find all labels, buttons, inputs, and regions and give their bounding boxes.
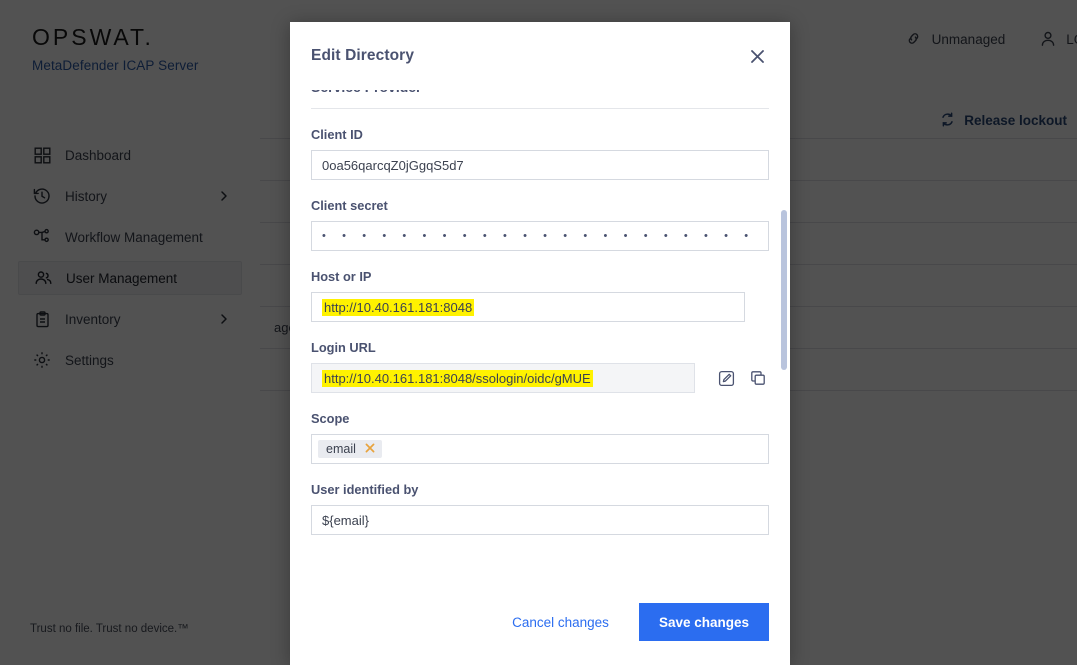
client-id-value: 0oa56qarcqZ0jGgqS5d7 xyxy=(322,157,464,173)
modal-footer: Cancel changes Save changes xyxy=(290,579,790,665)
scope-chip-label: email xyxy=(326,442,356,456)
client-id-label: Client ID xyxy=(311,127,363,142)
section-divider xyxy=(311,108,769,109)
login-url-actions xyxy=(705,367,769,389)
host-or-ip-label: Host or IP xyxy=(311,269,372,284)
copy-icon[interactable] xyxy=(747,367,769,389)
field-scope: Scope email xyxy=(311,411,769,464)
edit-icon[interactable] xyxy=(715,367,737,389)
user-identified-by-value: ${email} xyxy=(322,512,369,528)
modal-scrollbar-thumb[interactable] xyxy=(781,210,787,370)
field-client-id: Client ID 0oa56qarcqZ0jGgqS5d7 xyxy=(311,127,769,180)
field-login-url: Login URL http://10.40.161.181:8048/ssol… xyxy=(311,340,769,393)
scope-chip-remove-icon[interactable] xyxy=(365,443,375,455)
login-url-label: Login URL xyxy=(311,340,376,355)
scope-chip: email xyxy=(318,440,382,458)
scope-label: Scope xyxy=(311,411,350,426)
modal-body: Service Provider Client ID 0oa56qarcqZ0j… xyxy=(290,90,790,579)
app-root: OPSWAT. MetaDefender ICAP Server Dashboa… xyxy=(0,0,1077,665)
field-user-identified-by: User identified by ${email} xyxy=(311,482,769,535)
client-secret-value: • • • • • • • • • • • • • • • • • • • • … xyxy=(322,230,758,242)
field-host-or-ip: Host or IP http://10.40.161.181:8048 xyxy=(311,269,769,322)
user-identified-by-input[interactable]: ${email} xyxy=(311,505,769,535)
close-icon[interactable] xyxy=(744,43,770,69)
field-client-secret: Client secret • • • • • • • • • • • • • … xyxy=(311,198,769,251)
user-identified-by-label: User identified by xyxy=(311,482,419,497)
modal-title: Edit Directory xyxy=(311,47,415,64)
cancel-changes-button[interactable]: Cancel changes xyxy=(512,615,609,630)
host-or-ip-input[interactable]: http://10.40.161.181:8048 xyxy=(311,292,745,322)
login-url-input[interactable]: http://10.40.161.181:8048/ssologin/oidc/… xyxy=(311,363,695,393)
host-or-ip-value: http://10.40.161.181:8048 xyxy=(322,298,475,316)
client-secret-label: Client secret xyxy=(311,198,388,213)
login-url-value: http://10.40.161.181:8048/ssologin/oidc/… xyxy=(322,369,593,387)
section-header-service-provider: Service Provider xyxy=(311,90,769,108)
edit-directory-modal: Edit Directory Service Provider Client I… xyxy=(290,22,790,665)
save-changes-button[interactable]: Save changes xyxy=(638,603,769,641)
section-title: Service Provider xyxy=(311,90,422,95)
modal-header: Edit Directory xyxy=(290,22,790,90)
client-secret-input[interactable]: • • • • • • • • • • • • • • • • • • • • … xyxy=(311,221,769,251)
modal-scrollbar[interactable] xyxy=(781,90,787,579)
client-id-input[interactable]: 0oa56qarcqZ0jGgqS5d7 xyxy=(311,150,769,180)
login-url-row: http://10.40.161.181:8048/ssologin/oidc/… xyxy=(311,363,769,393)
scope-input[interactable]: email xyxy=(311,434,769,464)
